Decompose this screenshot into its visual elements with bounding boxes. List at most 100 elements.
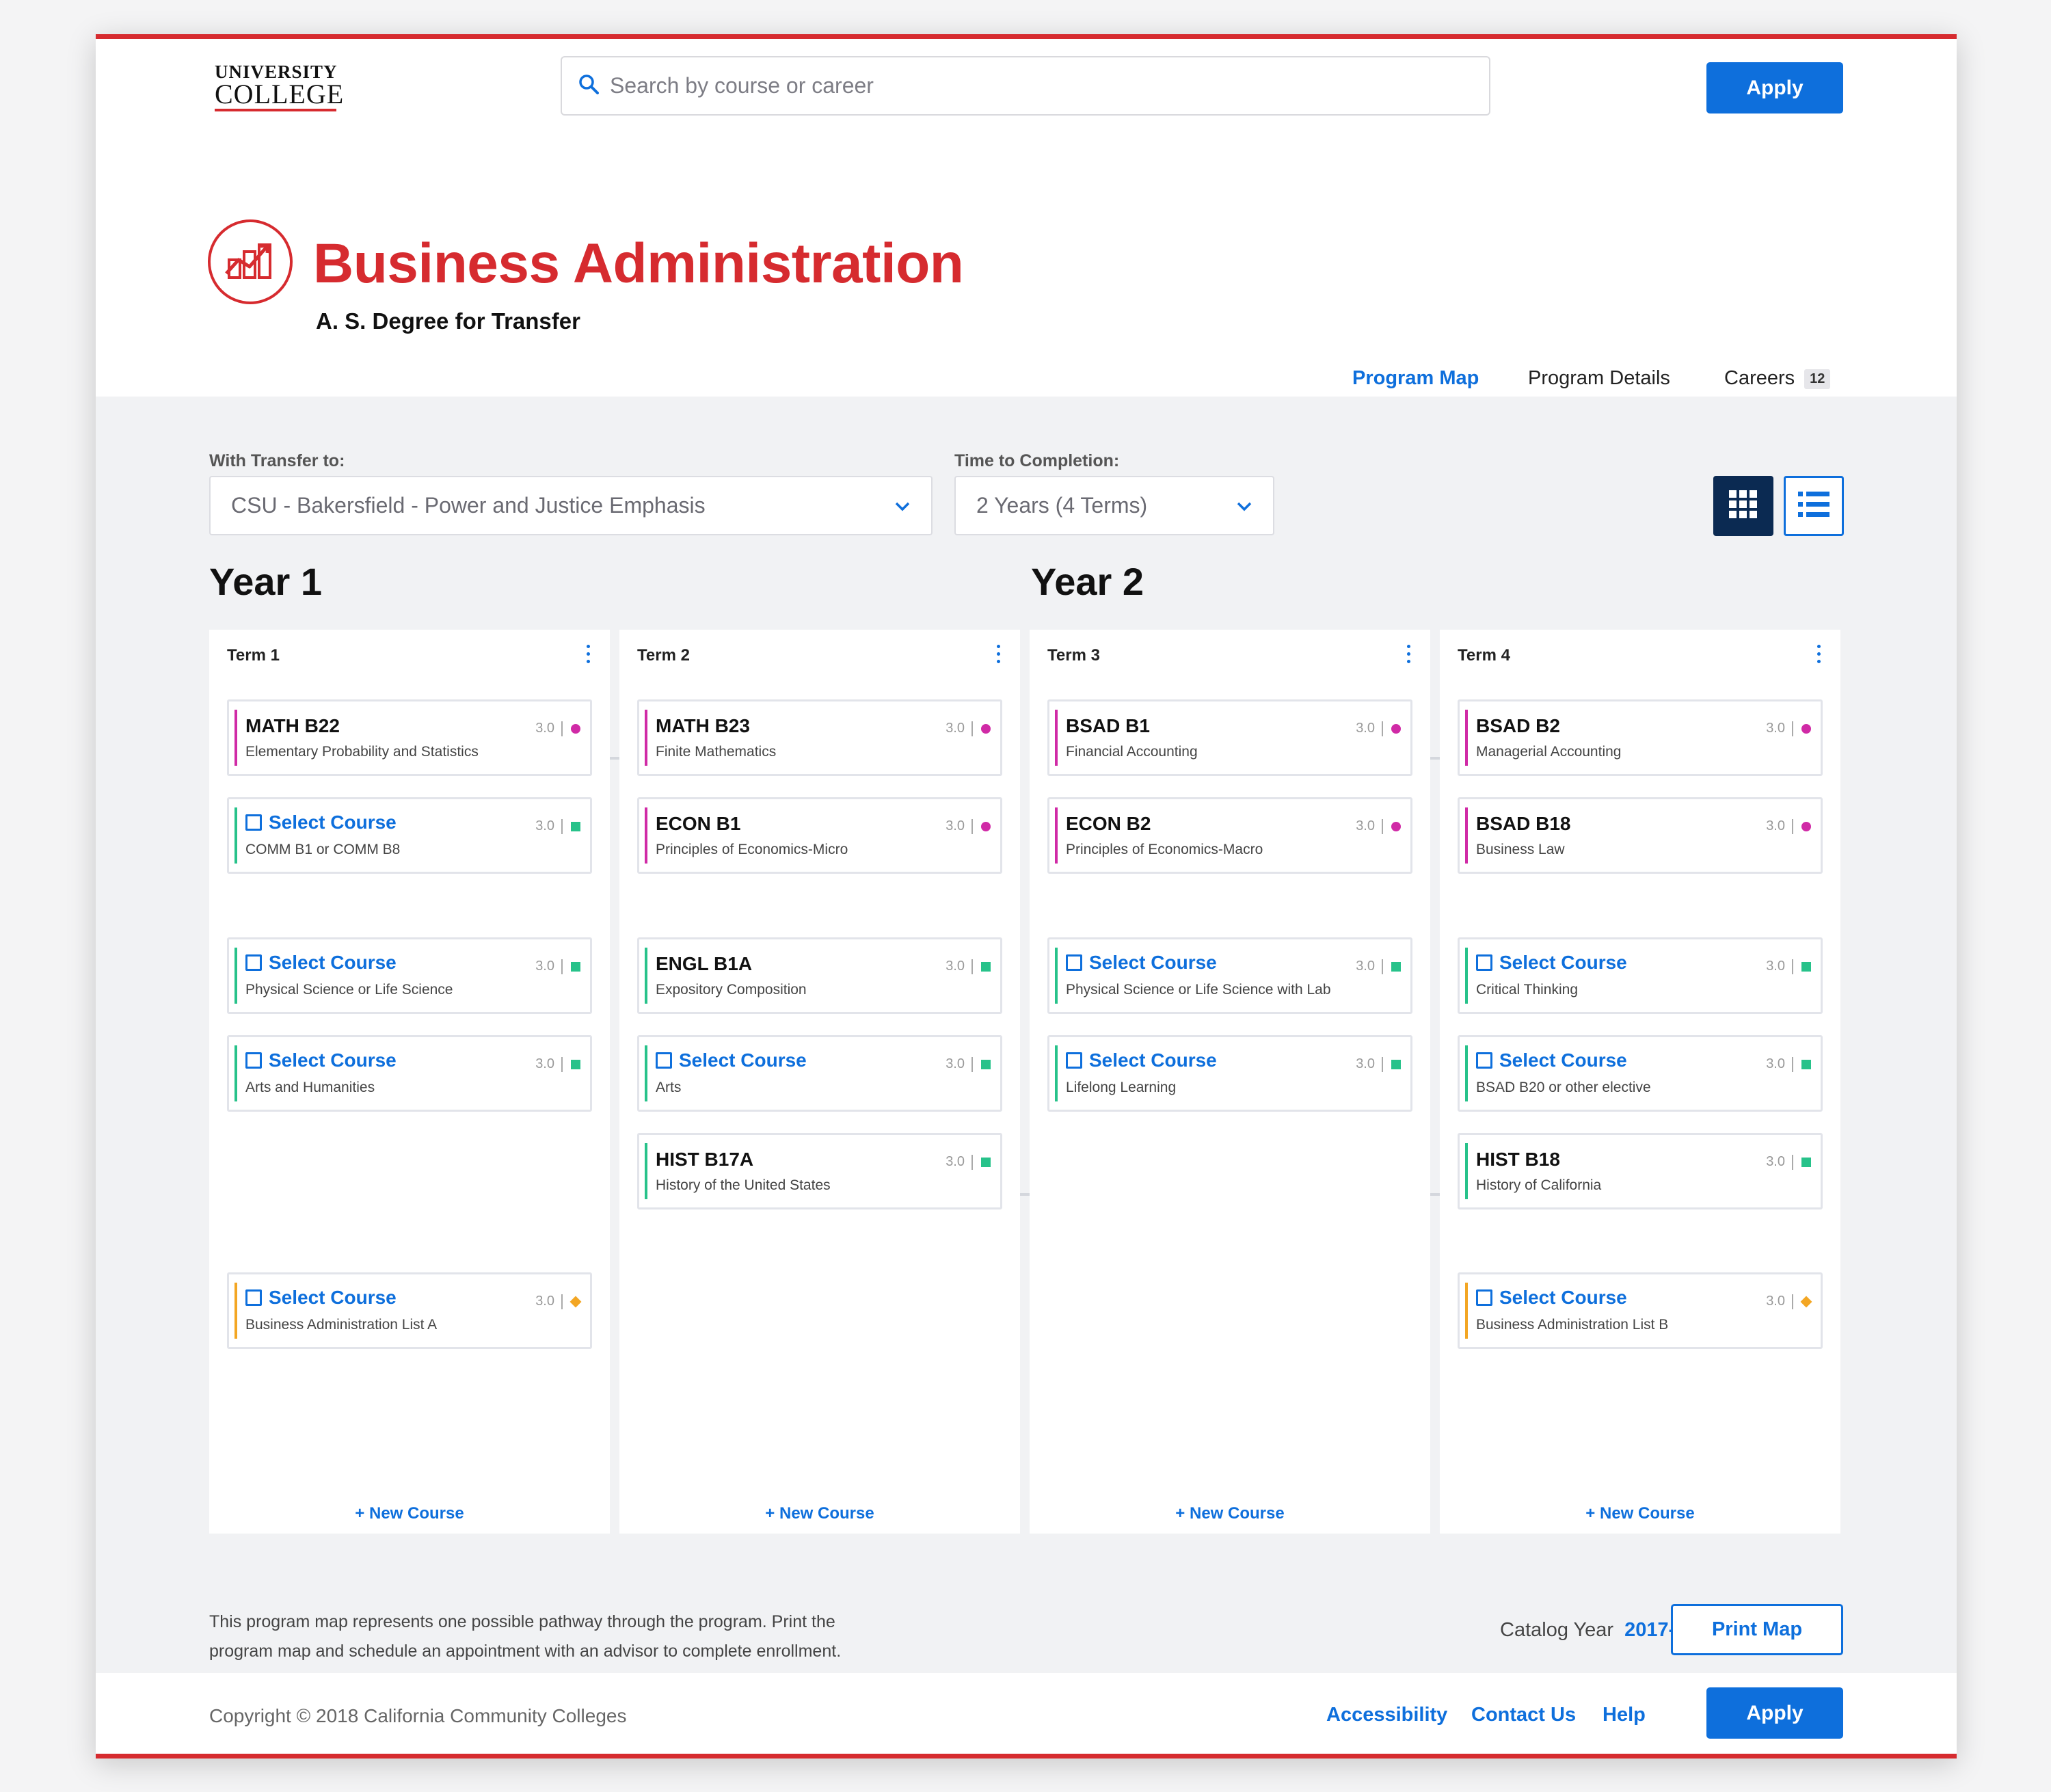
course-card[interactable]: Select Course Business Administration Lis… [227,1272,592,1349]
course-card[interactable]: MATH B23 Finite Mathematics 3.0 [637,699,1002,776]
course-meta: 3.0 [946,721,991,736]
logo-line-2: COLLEGE [215,79,345,109]
course-code: ENGL B1A [656,953,753,974]
category-stripe [234,948,237,1004]
select-course-label: Select Course [269,1049,397,1071]
course-code: HIST B18 [1476,1149,1560,1170]
select-course-link[interactable]: Select Course [1476,1287,1627,1309]
course-card[interactable]: BSAD B1 Financial Accounting 3.0 [1047,699,1412,776]
dot-marker-icon [1801,723,1811,734]
new-course-button[interactable]: + New Course [619,1504,1020,1523]
divider [971,959,973,974]
course-card[interactable]: Select Course Physical Science or Life Sc… [227,937,592,1014]
course-units: 3.0 [1766,1056,1785,1071]
tab-program-map[interactable]: Program Map [1352,367,1479,390]
course-card[interactable]: MATH B22 Elementary Probability and Stati… [227,699,592,776]
category-stripe [234,807,237,864]
checkbox-icon [1476,954,1492,971]
course-card[interactable]: BSAD B2 Managerial Accounting 3.0 [1458,699,1823,776]
accessibility-link[interactable]: Accessibility [1326,1704,1447,1726]
course-units: 3.0 [1766,1154,1785,1169]
course-code: MATH B23 [656,715,750,736]
search-input[interactable]: Search by course or career [561,56,1490,116]
checkbox-icon [1476,1289,1492,1306]
select-course-label: Select Course [679,1049,807,1071]
college-logo[interactable]: UNIVERSITY COLLEGE [215,62,345,111]
category-stripe [234,1045,237,1101]
tab-careers[interactable]: Careers 12 [1724,367,1831,390]
program-map-note: This program map represents one possible… [209,1612,842,1661]
course-card[interactable]: ECON B2 Principles of Economics-Macro 3.0 [1047,797,1412,874]
apply-button-footer[interactable]: Apply [1706,1687,1843,1739]
kebab-menu-icon[interactable] [1407,645,1412,667]
course-card[interactable]: Select Course Critical Thinking 3.0 [1458,937,1823,1014]
course-card[interactable]: Select Course COMM B1 or COMM B8 3.0 [227,797,592,874]
select-course-link[interactable]: Select Course [1066,952,1217,974]
kebab-menu-icon[interactable] [587,645,592,667]
square-marker-icon [981,1157,991,1167]
course-card[interactable]: Select Course Lifelong Learning 3.0 [1047,1035,1412,1112]
category-stripe [1055,807,1058,864]
course-meta: 3.0 [1766,1056,1811,1072]
grid-view-button[interactable] [1713,476,1773,536]
select-course-link[interactable]: Select Course [245,812,397,833]
select-course-label: Select Course [269,812,397,833]
course-card[interactable]: Select Course Business Administration Lis… [1458,1272,1823,1349]
kebab-menu-icon[interactable] [1817,645,1823,667]
new-course-button[interactable]: + New Course [209,1504,610,1523]
course-units: 3.0 [535,818,554,833]
select-course-link[interactable]: Select Course [1066,1049,1217,1071]
list-view-button[interactable] [1784,476,1844,536]
checkbox-icon [245,1289,262,1306]
course-units: 3.0 [1766,959,1785,974]
chart-icon [208,219,293,304]
course-description: Expository Composition [656,982,807,998]
course-card[interactable]: Select Course Arts 3.0 [637,1035,1002,1112]
search-placeholder: Search by course or career [610,73,874,98]
course-card[interactable]: HIST B17A History of the United States 3.0 [637,1133,1002,1209]
select-course-link[interactable]: Select Course [656,1049,807,1071]
apply-button[interactable]: Apply [1706,62,1843,113]
select-course-link[interactable]: Select Course [1476,952,1627,974]
course-card[interactable]: Select Course BSAD B20 or other elective 3… [1458,1035,1823,1112]
divider [1382,818,1383,834]
square-marker-icon [571,961,580,972]
course-card[interactable]: BSAD B18 Business Law 3.0 [1458,797,1823,874]
course-card[interactable]: Select Course Physical Science or Life Sc… [1047,937,1412,1014]
new-course-button[interactable]: + New Course [1030,1504,1430,1523]
category-stripe [645,948,647,1004]
copyright-text: Copyright © 2018 California Community Co… [209,1705,627,1726]
course-card[interactable]: ENGL B1A Expository Composition 3.0 [637,937,1002,1014]
divider [971,721,973,736]
course-card[interactable]: ECON B1 Principles of Economics-Micro 3.0 [637,797,1002,874]
term-column: Term 4 BSAD B2 Managerial Accounting 3.0 BS… [1440,630,1840,1534]
course-units: 3.0 [535,959,554,974]
term-column: Term 1 MATH B22 Elementary Probability an… [209,630,610,1534]
transfer-select[interactable]: CSU - Bakersfield - Power and Justice Em… [209,476,933,535]
print-map-button[interactable]: Print Map [1671,1604,1843,1655]
divider [561,1294,563,1309]
help-link[interactable]: Help [1603,1704,1646,1726]
select-course-label: Select Course [1499,1287,1627,1308]
select-course-link[interactable]: Select Course [1476,1049,1627,1071]
kebab-menu-icon[interactable] [997,645,1002,667]
course-card[interactable]: Select Course Arts and Humanities 3.0 [227,1035,592,1112]
select-course-link[interactable]: Select Course [245,1049,397,1071]
contact-us-link[interactable]: Contact Us [1471,1704,1576,1726]
select-course-link[interactable]: Select Course [245,952,397,974]
completion-select[interactable]: 2 Years (4 Terms) [954,476,1274,535]
course-description: Managerial Accounting [1476,744,1622,760]
select-course-label: Select Course [1499,952,1627,973]
transfer-select-value: CSU - Bakersfield - Power and Justice Em… [231,493,706,518]
course-meta: 3.0 [1766,1154,1811,1170]
tab-program-details[interactable]: Program Details [1528,367,1670,390]
new-course-button[interactable]: + New Course [1440,1504,1840,1523]
grid-icon [1729,490,1758,522]
square-marker-icon [1801,961,1811,972]
divider [1792,1154,1793,1170]
page-subtitle: A. S. Degree for Transfer [316,308,580,334]
checkbox-icon [1066,1052,1082,1069]
divider [1792,959,1793,974]
course-card[interactable]: HIST B18 History of California 3.0 [1458,1133,1823,1209]
select-course-link[interactable]: Select Course [245,1287,397,1309]
